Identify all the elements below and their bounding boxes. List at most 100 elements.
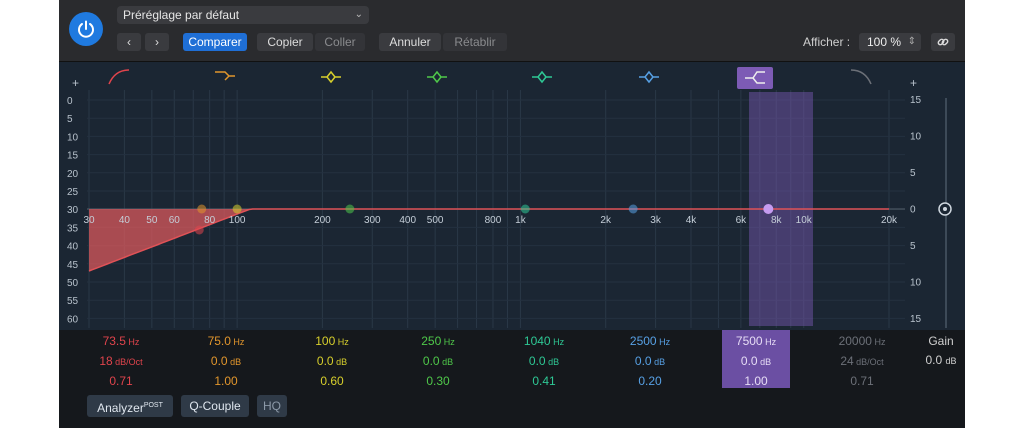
band-handle[interactable] xyxy=(232,204,242,214)
band-handle[interactable] xyxy=(763,204,774,214)
next-preset-button[interactable]: › xyxy=(145,33,169,51)
frequency-label: 100 xyxy=(229,215,246,226)
previous-preset-button[interactable]: ‹ xyxy=(117,33,141,51)
band-gain[interactable]: 0.0 xyxy=(741,354,758,368)
gain-scale-tick: 5 xyxy=(910,241,916,252)
band-q[interactable]: 0.60 xyxy=(320,374,343,388)
analyzer-scale-tick: 45 xyxy=(67,260,79,271)
frequency-label: 80 xyxy=(204,215,216,226)
bottom-bar: AnalyzerPOST Q-Couple HQ xyxy=(59,390,965,428)
frequency-label: 500 xyxy=(427,215,444,226)
power-button[interactable] xyxy=(69,12,103,46)
band-frequency-unit: Hz xyxy=(230,337,245,347)
band-frequency[interactable]: 1040 xyxy=(524,334,551,348)
frequency-label: 6k xyxy=(736,215,748,226)
copy-button[interactable]: Copier xyxy=(257,33,313,51)
band-params-4[interactable]: 250 Hz 0.0 dB 0.30 xyxy=(403,332,473,391)
band-gain[interactable]: 0.0 xyxy=(423,354,440,368)
redo-button[interactable]: Rétablir xyxy=(443,33,507,51)
band-frequency-unit: Hz xyxy=(441,337,455,347)
band-q[interactable]: 1.00 xyxy=(214,374,237,388)
zoom-dropdown[interactable]: 100 % ⇕ xyxy=(859,33,921,51)
band-gain[interactable]: 0.0 xyxy=(317,354,334,368)
band-handle[interactable] xyxy=(197,204,207,214)
band-params-7[interactable]: 7500 Hz 0.0 dB 1.00 xyxy=(721,332,791,391)
band-gain[interactable]: 0.0 xyxy=(635,354,652,368)
frequency-label: 800 xyxy=(485,215,502,226)
band-gain[interactable]: 0.0 xyxy=(529,354,546,368)
preset-label: Préréglage par défaut xyxy=(123,8,240,22)
band-handle[interactable] xyxy=(520,204,530,214)
band-gain[interactable]: 0.0 xyxy=(211,354,228,368)
analyzer-label: Analyzer xyxy=(97,401,144,415)
analyzer-scale-tick: 10 xyxy=(67,132,79,143)
band-gain-unit: dB/Oct xyxy=(112,357,143,367)
band-gain[interactable]: 24 xyxy=(840,354,853,368)
gain-scale-tick: 10 xyxy=(910,132,922,143)
band-frequency[interactable]: 2500 xyxy=(630,334,657,348)
band-frequency-unit: Hz xyxy=(762,337,777,347)
band-q[interactable]: 1.00 xyxy=(744,374,767,388)
frequency-label: 3k xyxy=(650,215,662,226)
band-params-6[interactable]: 2500 Hz 0.0 dB 0.20 xyxy=(615,332,685,391)
band-frequency[interactable]: 73.5 xyxy=(103,334,126,348)
analyzer-button[interactable]: AnalyzerPOST xyxy=(87,395,173,417)
eq-graph[interactable]: 30 40 50 60 80 100 200 300 400 500 800 1k 2k 3k 4k 6k 8k… xyxy=(59,62,965,330)
band-q[interactable]: 0.20 xyxy=(638,374,661,388)
band-handle[interactable] xyxy=(345,204,355,214)
hq-button[interactable]: HQ xyxy=(257,395,287,417)
band-q[interactable]: 0.30 xyxy=(426,374,449,388)
band-gain-unit: dB xyxy=(333,357,348,367)
band-params-1[interactable]: 73.5 Hz 18 dB/Oct 0.71 xyxy=(86,332,156,391)
band-frequency[interactable]: 100 xyxy=(315,334,335,348)
band-params-8[interactable]: 20000 Hz 24 dB/Oct 0.71 xyxy=(827,332,897,391)
selected-icon-highlight xyxy=(737,67,773,89)
band-handle[interactable] xyxy=(194,225,204,235)
link-button[interactable] xyxy=(931,33,955,51)
frequency-label: 20k xyxy=(881,215,898,226)
band-gain-unit: dB/Oct xyxy=(853,357,884,367)
analyzer-scale-tick: 35 xyxy=(67,223,79,234)
channel-eq-window: Préréglage par défaut ⌄ ‹ › Comparer Cop… xyxy=(59,0,965,428)
toolbar: Préréglage par défaut ⌄ ‹ › Comparer Cop… xyxy=(59,0,965,62)
band-gain-unit: dB xyxy=(545,357,560,367)
band-frequency[interactable]: 250 xyxy=(421,334,441,348)
frequency-label: 300 xyxy=(364,215,381,226)
band-parameters: 73.5 Hz 18 dB/Oct 0.71 75.0 Hz 0.0 dB 1.00 100… xyxy=(59,330,965,390)
scale-plus-left[interactable]: + xyxy=(72,76,79,90)
gain-label: Gain xyxy=(928,334,954,348)
band-handle[interactable] xyxy=(628,204,638,214)
band-frequency[interactable]: 7500 xyxy=(736,334,763,348)
high-shelf-icon[interactable] xyxy=(737,67,773,89)
band-frequency-unit: Hz xyxy=(871,337,886,347)
band-frequency[interactable]: 20000 xyxy=(839,334,872,348)
analyzer-scale-tick: 55 xyxy=(67,296,79,307)
compare-button[interactable]: Comparer xyxy=(183,33,247,51)
master-gain[interactable]: Gain 0.0 dB xyxy=(921,332,961,371)
undo-button[interactable]: Annuler xyxy=(379,33,441,51)
band-params-5[interactable]: 1040 Hz 0.0 dB 0.41 xyxy=(509,332,579,391)
analyzer-scale-tick: 5 xyxy=(67,114,73,125)
gain-scale-tick: 10 xyxy=(910,278,922,289)
analyzer-scale-tick: 30 xyxy=(67,205,79,216)
q-couple-button[interactable]: Q-Couple xyxy=(181,395,249,417)
frequency-label: 10k xyxy=(796,215,813,226)
eq-graph-canvas[interactable]: 30 40 50 60 80 100 200 300 400 500 800 1k 2k 3k 4k 6k 8k… xyxy=(59,62,965,330)
scale-plus-right[interactable]: + xyxy=(910,76,917,90)
paste-button[interactable]: Coller xyxy=(315,33,365,51)
power-icon xyxy=(78,20,94,38)
band-gain[interactable]: 18 xyxy=(99,354,112,368)
band-params-2[interactable]: 75.0 Hz 0.0 dB 1.00 xyxy=(191,332,261,391)
frequency-label: 60 xyxy=(169,215,181,226)
preset-dropdown[interactable]: Préréglage par défaut ⌄ xyxy=(117,6,369,24)
gain-scale-tick: 15 xyxy=(910,314,922,325)
analyzer-scale-tick: 60 xyxy=(67,314,79,325)
link-icon xyxy=(937,38,949,46)
band-params-3[interactable]: 100 Hz 0.0 dB 0.60 xyxy=(297,332,367,391)
band-q[interactable]: 0.71 xyxy=(850,374,873,388)
band-q[interactable]: 0.41 xyxy=(532,374,555,388)
frequency-label: 50 xyxy=(146,215,158,226)
band-q[interactable]: 0.71 xyxy=(109,374,132,388)
stepper-icon: ⇕ xyxy=(907,36,916,47)
band-frequency[interactable]: 75.0 xyxy=(208,334,231,348)
